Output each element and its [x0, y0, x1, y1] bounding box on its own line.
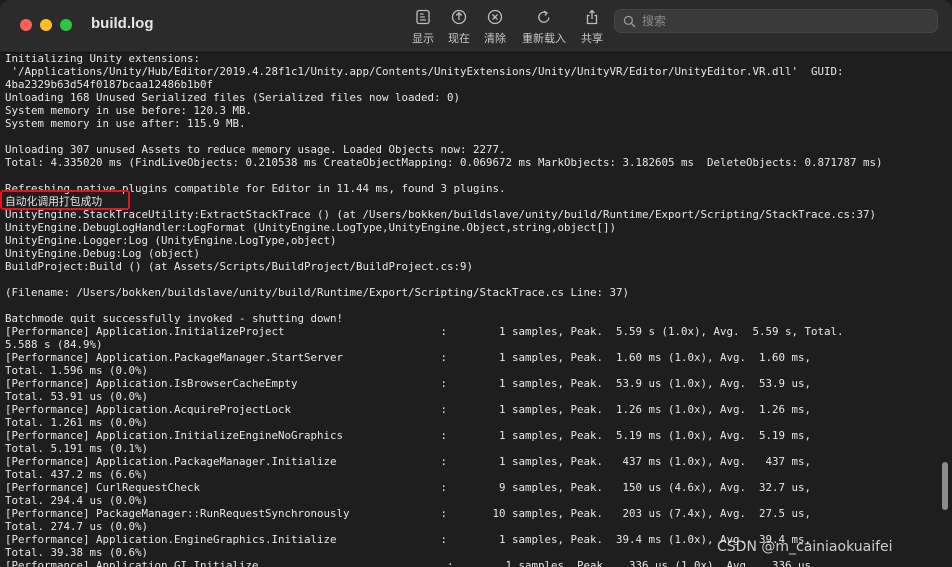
clear-label: 清除: [484, 32, 506, 45]
log-line: [Performance] Application.InitializeProj…: [5, 325, 844, 338]
log-line: [Performance] Application.PackageManager…: [5, 351, 812, 364]
scrollbar-thumb[interactable]: [942, 462, 948, 510]
share-button[interactable]: 共享: [564, 8, 620, 52]
log-line: [Performance] Application.GI.Initialize …: [5, 559, 818, 567]
log-line: Total. 274.7 us (0.0%): [5, 520, 149, 533]
log-line: Total. 1.596 ms (0.0%): [5, 364, 149, 377]
window-title: build.log: [91, 15, 154, 32]
log-line: '/Applications/Unity/Hub/Editor/2019.4.2…: [5, 65, 844, 78]
log-line: System memory in use after: 115.9 MB.: [5, 117, 246, 130]
log-line: 自动化调用打包成功: [5, 195, 103, 208]
log-line: Unloading 307 unused Assets to reduce me…: [5, 143, 506, 156]
log-line: [Performance] Application.IsBrowserCache…: [5, 377, 812, 390]
title-bar: build.log 显示 现在 清除 重新载入 共享 搜索: [0, 0, 952, 53]
log-line: UnityEngine.Logger:Log (UnityEngine.LogT…: [5, 234, 337, 247]
zoom-window-button[interactable]: [60, 19, 72, 31]
search-input[interactable]: [642, 14, 922, 28]
log-line: 4ba2329b63d54f0187bcaa12486b1b0f: [5, 78, 214, 91]
console-window: build.log 显示 现在 清除 重新载入 共享 搜索 Initializi…: [0, 0, 952, 567]
log-line: Total: 4.335020 ms (FindLiveObjects: 0.2…: [5, 156, 883, 169]
clear-button[interactable]: 清除: [467, 8, 523, 52]
log-content: Initializing Unity extensions: '/Applica…: [5, 52, 935, 567]
clear-x-icon: [487, 9, 503, 25]
reload-label: 重新载入: [522, 32, 566, 45]
log-line: Total. 5.191 ms (0.1%): [5, 442, 149, 455]
log-line: BuildProject:Build () (at Assets/Scripts…: [5, 260, 474, 273]
log-line: [Performance] Application.AcquireProject…: [5, 403, 812, 416]
log-line: [Performance] CurlRequestCheck : 9 sampl…: [5, 481, 812, 494]
search-icon: [623, 15, 636, 27]
highlight-annotation-box: [0, 190, 130, 210]
log-line: 5.588 s (84.9%): [5, 338, 103, 351]
log-line: Unloading 168 Unused Serialized files (S…: [5, 91, 461, 104]
log-line: Total. 437.2 ms (6.6%): [5, 468, 149, 481]
log-line: Total. 53.91 us (0.0%): [5, 390, 149, 403]
log-line: UnityEngine.Debug:Log (object): [5, 247, 201, 260]
sidebar-toggle-icon: [416, 9, 430, 25]
log-line: UnityEngine.DebugLogHandler:LogFormat (U…: [5, 221, 617, 234]
log-line: [Performance] Application.InitializeEngi…: [5, 429, 812, 442]
close-window-button[interactable]: [20, 19, 32, 31]
search-field[interactable]: [614, 9, 938, 33]
log-line: UnityEngine.StackTraceUtility:ExtractSta…: [5, 208, 877, 221]
watermark: CSDN @m_cainiaokuaifei: [717, 539, 893, 555]
log-line: Refreshing native plugins compatible for…: [5, 182, 506, 195]
log-line: Initializing Unity extensions:: [5, 52, 201, 65]
reload-icon: [538, 10, 550, 23]
log-line: System memory in use before: 120.3 MB.: [5, 104, 253, 117]
log-line: (Filename: /Users/bokken/buildslave/unit…: [5, 286, 630, 299]
share-icon: [586, 9, 598, 25]
log-line: Batchmode quit successfully invoked - sh…: [5, 312, 344, 325]
log-line: Total. 1.261 ms (0.0%): [5, 416, 149, 429]
share-label: 共享: [581, 32, 603, 45]
log-line: [Performance] PackageManager::RunRequest…: [5, 507, 812, 520]
log-line: [Performance] Application.PackageManager…: [5, 455, 812, 468]
vertical-scrollbar[interactable]: [938, 52, 952, 567]
log-line: Total. 294.4 us (0.0%): [5, 494, 149, 507]
now-arrow-icon: [451, 9, 467, 25]
minimize-window-button[interactable]: [40, 19, 52, 31]
